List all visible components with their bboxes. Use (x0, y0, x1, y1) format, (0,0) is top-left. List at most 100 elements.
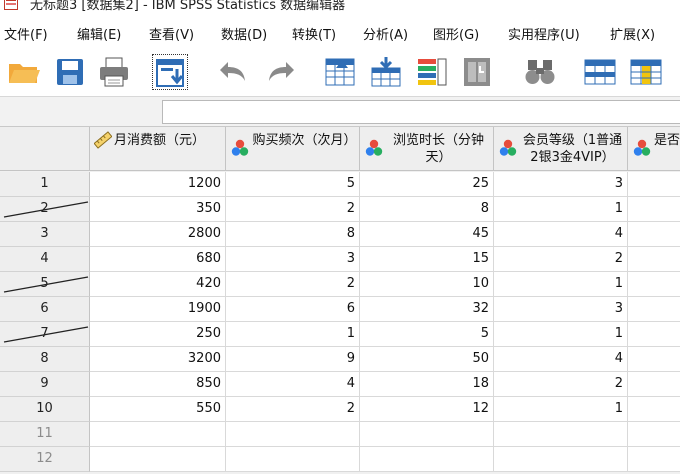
data-cell[interactable] (360, 447, 494, 472)
data-cell[interactable] (226, 447, 360, 472)
data-cell[interactable] (628, 372, 680, 397)
row-header[interactable]: 11 (0, 422, 90, 447)
menu-file[interactable]: 文件(F) (4, 24, 48, 43)
cell-editor-input[interactable] (162, 100, 680, 124)
data-cell[interactable]: 15 (360, 247, 494, 272)
data-cell[interactable] (628, 297, 680, 322)
menu-transform[interactable]: 转换(T) (292, 24, 336, 43)
data-cell[interactable]: 12 (360, 397, 494, 422)
data-cell[interactable] (628, 322, 680, 347)
data-cell[interactable]: 1 (494, 322, 628, 347)
data-cell[interactable]: 2 (226, 397, 360, 422)
data-cell[interactable] (360, 422, 494, 447)
run-descriptives-icon[interactable] (460, 54, 496, 90)
data-cell[interactable] (628, 172, 680, 197)
row-header[interactable]: 3 (0, 222, 90, 247)
data-cell[interactable] (628, 222, 680, 247)
data-cell[interactable]: 1 (494, 197, 628, 222)
data-cell[interactable]: 3 (494, 172, 628, 197)
column-header-purchase-frequency[interactable]: 购买频次（次月） (226, 127, 360, 171)
redo-icon[interactable] (264, 54, 300, 90)
data-cell[interactable] (628, 247, 680, 272)
print-icon[interactable] (96, 54, 132, 90)
data-cell[interactable] (628, 347, 680, 372)
row-header[interactable]: 9 (0, 372, 90, 397)
data-cell[interactable]: 420 (90, 272, 226, 297)
data-cell[interactable]: 6 (226, 297, 360, 322)
data-cell[interactable]: 2800 (90, 222, 226, 247)
column-header-browse-duration[interactable]: 浏览时长（分钟天） (360, 127, 494, 171)
data-cell[interactable]: 10 (360, 272, 494, 297)
data-cell[interactable]: 550 (90, 397, 226, 422)
row-header[interactable]: 10 (0, 397, 90, 422)
data-cell[interactable]: 2 (226, 197, 360, 222)
row-header[interactable]: 2 (0, 197, 90, 222)
undo-icon[interactable] (214, 54, 250, 90)
column-header-monthly-spend[interactable]: 月消费额（元） (90, 127, 226, 171)
menu-utilities[interactable]: 实用程序(U) (508, 24, 580, 43)
data-cell[interactable]: 4 (494, 347, 628, 372)
data-cell[interactable]: 4 (226, 372, 360, 397)
goto-case-icon[interactable] (322, 54, 358, 90)
save-icon[interactable] (52, 54, 88, 90)
data-cell[interactable]: 2 (226, 272, 360, 297)
data-cell[interactable]: 850 (90, 372, 226, 397)
row-header[interactable]: 7 (0, 322, 90, 347)
data-cell[interactable] (628, 397, 680, 422)
data-cell[interactable]: 3200 (90, 347, 226, 372)
menu-edit[interactable]: 编辑(E) (77, 24, 121, 43)
menu-view[interactable]: 查看(V) (149, 24, 194, 43)
menu-graphs[interactable]: 图形(G) (433, 24, 479, 43)
find-icon[interactable] (522, 54, 558, 90)
data-cell[interactable] (226, 422, 360, 447)
data-cell[interactable]: 18 (360, 372, 494, 397)
data-cell[interactable]: 9 (226, 347, 360, 372)
data-cell[interactable]: 3 (494, 297, 628, 322)
data-cell[interactable] (494, 447, 628, 472)
data-cell[interactable]: 1 (494, 397, 628, 422)
data-cell[interactable] (628, 422, 680, 447)
menu-data[interactable]: 数据(D) (221, 24, 267, 43)
menu-extensions[interactable]: 扩展(X) (610, 24, 655, 43)
data-cell[interactable]: 45 (360, 222, 494, 247)
data-cell[interactable] (90, 422, 226, 447)
data-cell[interactable]: 50 (360, 347, 494, 372)
variables-icon[interactable] (414, 54, 450, 90)
data-cell[interactable]: 4 (494, 222, 628, 247)
data-cell[interactable]: 8 (226, 222, 360, 247)
goto-variable-icon[interactable] (368, 54, 404, 90)
data-cell[interactable] (494, 422, 628, 447)
data-cell[interactable]: 3 (226, 247, 360, 272)
data-cell[interactable]: 350 (90, 197, 226, 222)
data-cell[interactable] (90, 447, 226, 472)
recall-dialog-icon[interactable] (152, 54, 188, 90)
data-cell[interactable]: 680 (90, 247, 226, 272)
row-header[interactable]: 4 (0, 247, 90, 272)
row-header[interactable]: 1 (0, 172, 90, 197)
row-header[interactable]: 12 (0, 447, 90, 472)
data-cell[interactable]: 1200 (90, 172, 226, 197)
data-cell[interactable]: 2 (494, 372, 628, 397)
column-header-is[interactable]: 是否 (628, 127, 680, 171)
column-header-member-level[interactable]: 会员等级（1普通2银3金4VIP） (494, 127, 628, 171)
data-cell[interactable]: 8 (360, 197, 494, 222)
row-header[interactable]: 8 (0, 347, 90, 372)
insert-variable-icon[interactable] (628, 54, 664, 90)
data-cell[interactable]: 5 (360, 322, 494, 347)
data-cell[interactable]: 32 (360, 297, 494, 322)
data-cell[interactable]: 25 (360, 172, 494, 197)
data-cell[interactable] (628, 197, 680, 222)
insert-cases-icon[interactable] (582, 54, 618, 90)
row-header[interactable]: 5 (0, 272, 90, 297)
data-cell[interactable]: 5 (226, 172, 360, 197)
data-cell[interactable]: 2 (494, 247, 628, 272)
open-folder-icon[interactable] (6, 54, 42, 90)
grid-corner[interactable] (0, 127, 90, 171)
data-cell[interactable]: 250 (90, 322, 226, 347)
row-header[interactable]: 6 (0, 297, 90, 322)
data-cell[interactable]: 1900 (90, 297, 226, 322)
data-cell[interactable] (628, 447, 680, 472)
data-cell[interactable]: 1 (494, 272, 628, 297)
menu-analyze[interactable]: 分析(A) (363, 24, 408, 43)
data-cell[interactable] (628, 272, 680, 297)
